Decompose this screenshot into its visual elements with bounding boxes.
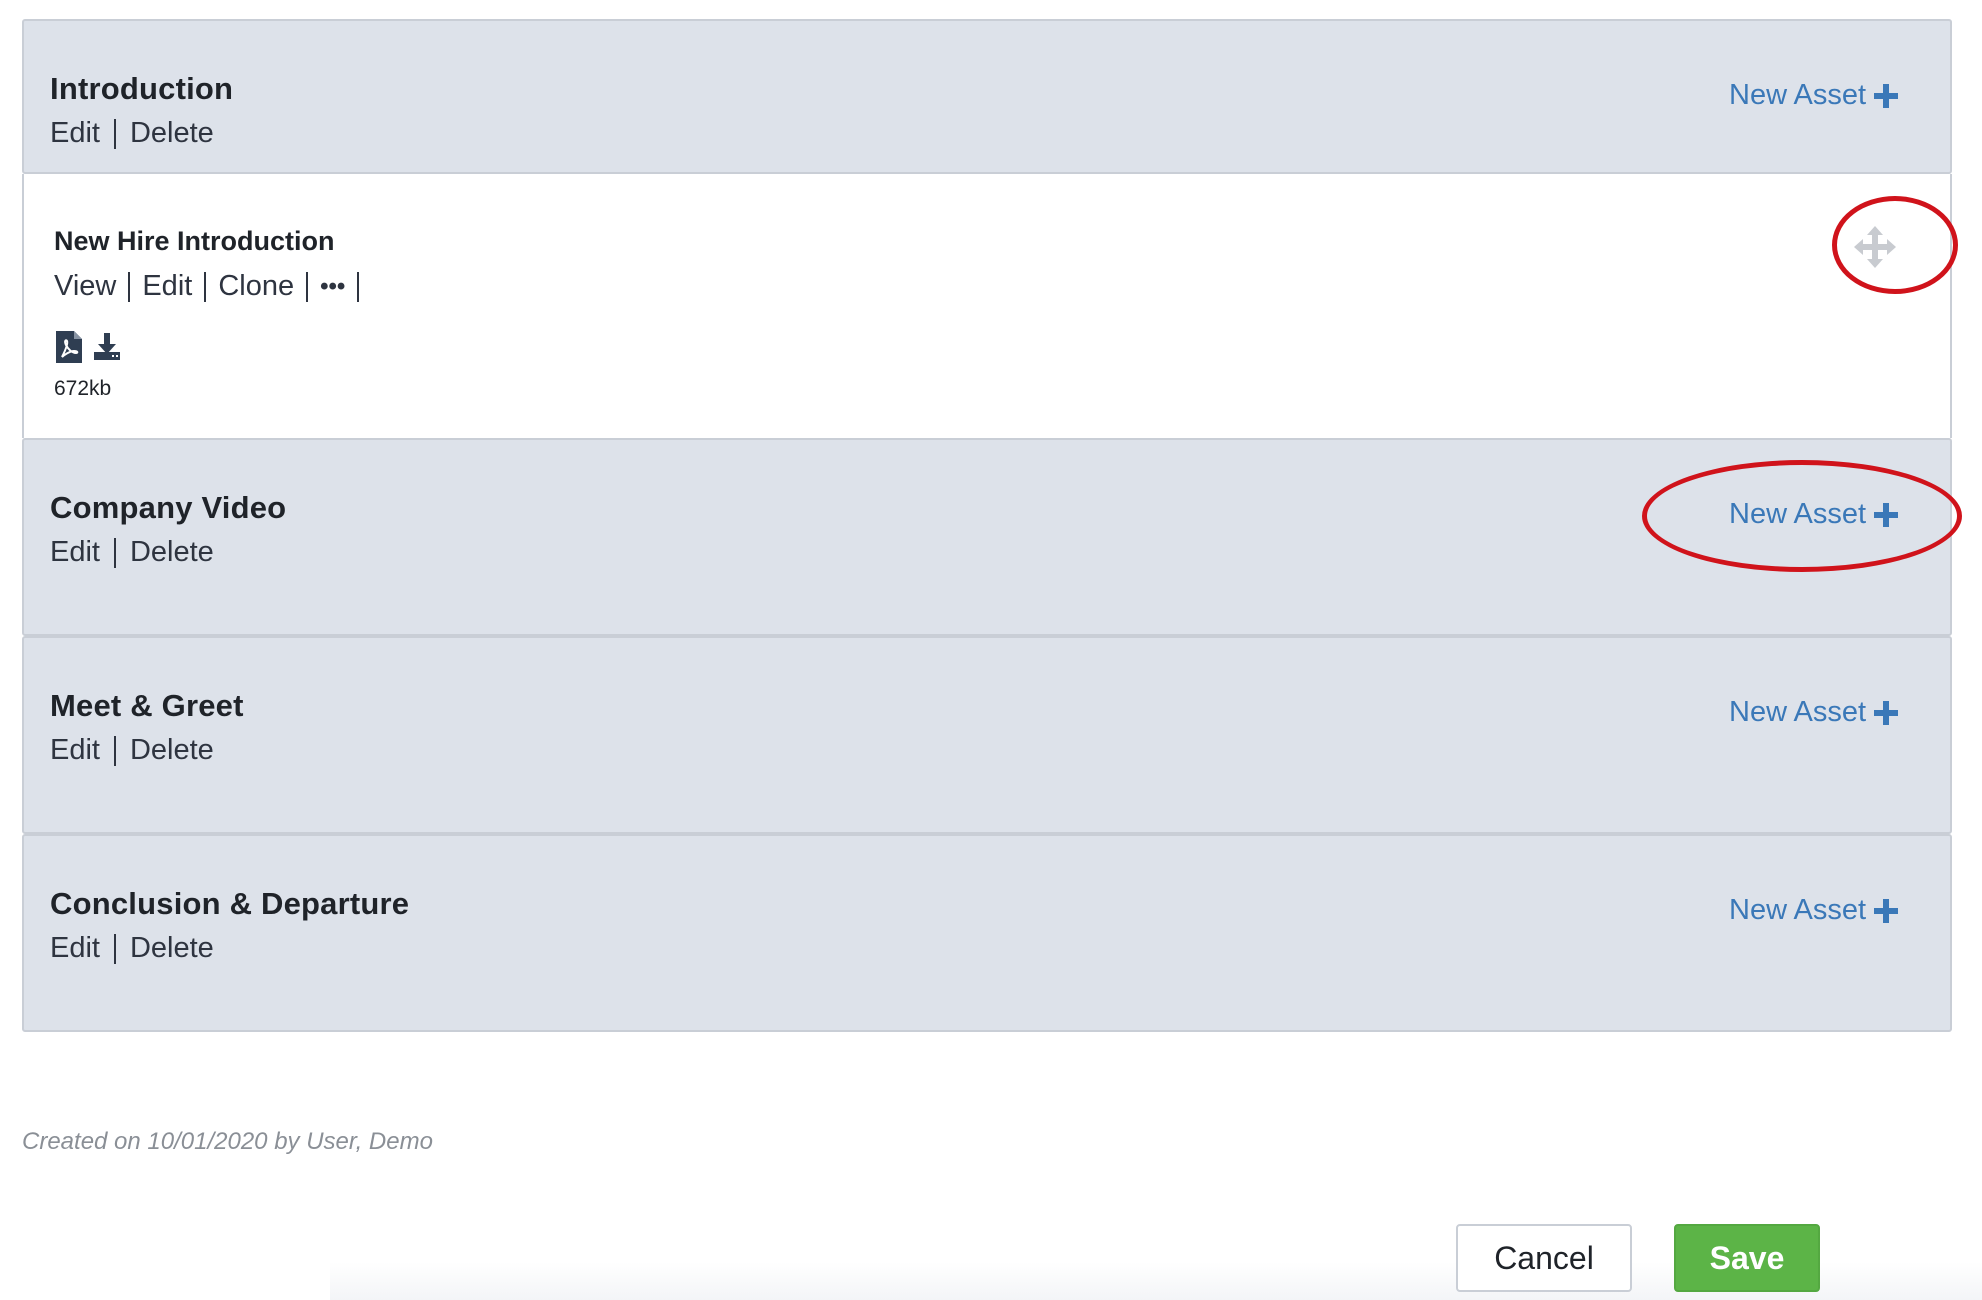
asset-file-size: 672kb	[54, 377, 112, 400]
edit-link[interactable]: Edit	[50, 734, 100, 767]
created-info: Created on 10/01/2020 by User, Demo	[22, 1128, 433, 1155]
section-actions: Edit Delete	[50, 932, 214, 965]
plus-icon	[1874, 700, 1898, 725]
section-title: Company Video	[50, 490, 287, 525]
separator	[306, 271, 309, 302]
new-asset-label: New Asset	[1729, 696, 1866, 728]
edit-link[interactable]: Edit	[50, 932, 100, 965]
edit-link[interactable]: Edit	[50, 536, 100, 569]
section-actions: Edit Delete	[50, 117, 214, 150]
download-icon[interactable]	[92, 332, 122, 362]
asset-file-icons	[54, 329, 122, 365]
save-button[interactable]: Save	[1674, 1224, 1820, 1292]
delete-link[interactable]: Delete	[130, 932, 214, 965]
cancel-button[interactable]: Cancel	[1456, 1224, 1632, 1292]
pdf-file-icon[interactable]	[54, 329, 84, 365]
section-conclusion-departure: Conclusion & Departure Edit Delete New A…	[22, 834, 1952, 1032]
asset-row: New Hire Introduction View Edit Clone ••…	[22, 174, 1958, 438]
section-title: Introduction	[50, 71, 234, 106]
separator	[113, 537, 116, 568]
new-asset-label: New Asset	[1729, 79, 1866, 111]
edit-link[interactable]: Edit	[50, 117, 100, 150]
section-introduction: Introduction Edit Delete New Asset	[22, 19, 1952, 174]
section-actions: Edit Delete	[50, 536, 214, 569]
asset-actions: View Edit Clone •••	[54, 270, 371, 303]
view-link[interactable]: View	[54, 270, 116, 303]
plus-icon	[1874, 502, 1898, 527]
delete-link[interactable]: Delete	[130, 536, 214, 569]
new-asset-button[interactable]: New Asset	[1729, 894, 1898, 927]
section-actions: Edit Delete	[50, 734, 214, 767]
section-title: Meet & Greet	[50, 688, 244, 723]
separator	[357, 271, 360, 302]
move-arrows-icon[interactable]	[1852, 224, 1898, 270]
edit-link[interactable]: Edit	[142, 270, 192, 303]
plus-icon	[1874, 898, 1898, 923]
clone-link[interactable]: Clone	[218, 270, 294, 303]
separator	[128, 271, 131, 302]
separator	[113, 118, 116, 149]
separator	[113, 735, 116, 766]
asset-title: New Hire Introduction	[54, 226, 335, 256]
new-asset-button[interactable]: New Asset	[1729, 696, 1898, 729]
delete-link[interactable]: Delete	[130, 734, 214, 767]
delete-link[interactable]: Delete	[130, 117, 214, 150]
new-asset-button[interactable]: New Asset	[1729, 498, 1898, 531]
more-options-link[interactable]: •••	[320, 273, 345, 301]
section-list: Introduction Edit Delete New Asset New H…	[22, 19, 1962, 1032]
page: Introduction Edit Delete New Asset New H…	[0, 0, 1982, 1300]
section-title: Conclusion & Departure	[50, 886, 410, 921]
separator	[113, 933, 116, 964]
new-asset-button[interactable]: New Asset	[1729, 79, 1898, 112]
separator	[204, 271, 207, 302]
section-company-video: Company Video Edit Delete New Asset	[22, 438, 1962, 636]
plus-icon	[1874, 83, 1898, 108]
new-asset-label: New Asset	[1729, 498, 1866, 530]
section-meet-greet: Meet & Greet Edit Delete New Asset	[22, 636, 1952, 834]
new-asset-label: New Asset	[1729, 894, 1866, 926]
